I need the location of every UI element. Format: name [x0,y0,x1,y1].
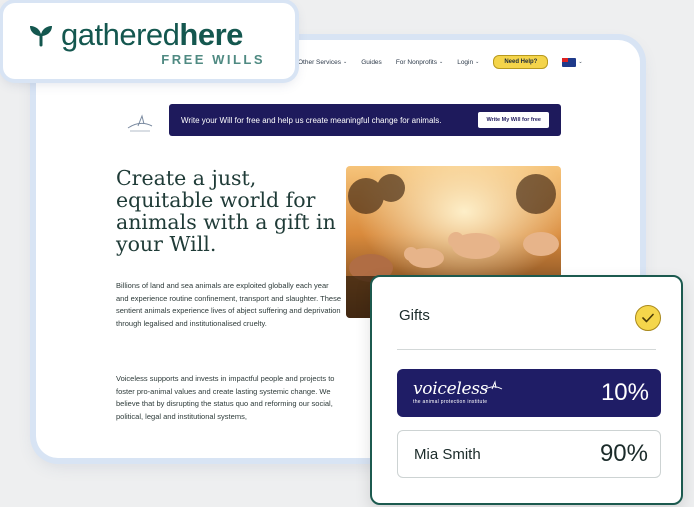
promo-banner: Write your Will for free and help us cre… [169,104,561,136]
brand-logo-badge: gatheredhere FREE WILLS [3,3,295,79]
chevron-down-icon: ⌄ [439,59,444,65]
chevron-down-icon: ⌄ [475,59,480,65]
divider [397,349,656,350]
hero-paragraph: Billions of land and sea animals are exp… [116,281,342,328]
sprout-logo-icon [30,26,52,47]
banner-text: Write your Will for free and help us cre… [181,115,442,125]
hero-title: Create a just, equitable world for anima… [116,166,336,256]
hero-paragraph: Voiceless supports and invests in impact… [116,374,335,421]
nav-item-other-services[interactable]: Other Services ⌄ [298,59,347,66]
gift-recipient-name: Mia Smith [414,445,481,463]
need-help-button[interactable]: Need Help? [493,55,549,69]
brand-subtitle: FREE WILLS [161,52,265,67]
check-icon[interactable] [635,305,661,331]
nav-item-for-nonprofits[interactable]: For Nonprofits ⌄ [396,59,443,66]
bird-logo-icon [127,114,153,132]
country-selector[interactable]: ⌄ [562,57,583,67]
site-nav: Other Services ⌄ Guides For Nonprofits ⌄ L… [298,52,620,72]
chevron-down-icon: ⌄ [343,59,348,65]
gift-percent: 10% [600,379,649,406]
brand-name: gatheredhere [61,17,243,52]
voiceless-logo: voiceless the animal protection institut… [413,379,489,406]
nav-item-guides[interactable]: Guides [361,59,382,66]
nav-item-login[interactable]: Login ⌄ [457,59,479,66]
flag-icon [562,57,577,67]
gifts-card: Gifts voiceless the animal protection in… [370,275,683,505]
gift-row-voiceless[interactable]: voiceless the animal protection institut… [397,369,661,417]
gift-row-mia-smith[interactable]: Mia Smith 90% [397,430,661,478]
gifts-title: Gifts [399,307,430,324]
chevron-down-icon: ⌄ [578,59,583,65]
write-will-button[interactable]: Write My Will for free [478,112,549,128]
bird-logo-icon [483,380,503,391]
gift-percent: 90% [599,440,648,467]
